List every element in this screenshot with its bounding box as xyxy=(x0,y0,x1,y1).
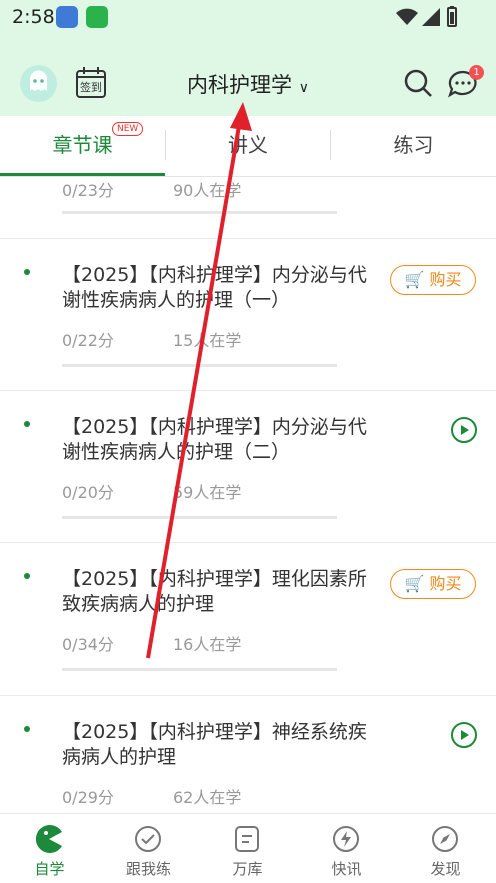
item-learners: 62人在学 xyxy=(173,788,242,807)
tab-label: 讲义 xyxy=(228,133,268,157)
bullet-dot xyxy=(24,421,30,427)
item-score: 0/22分 xyxy=(62,331,114,350)
buy-button[interactable]: 🛒 购买 xyxy=(390,569,476,599)
wifi-icon xyxy=(396,8,418,25)
battery-icon xyxy=(447,6,457,27)
nav-news[interactable]: 快讯 xyxy=(297,814,396,883)
item-title: 【2025】【内科护理学】内分泌与代谢性疾病病人的护理（一） xyxy=(62,264,367,311)
bullet-dot xyxy=(24,573,30,579)
progress-bar xyxy=(62,668,337,671)
item-score: 0/29分 xyxy=(62,788,114,807)
tab-practice[interactable]: 练习 xyxy=(331,116,496,174)
nav-discover[interactable]: 发现 xyxy=(396,814,495,883)
bullet-dot xyxy=(24,726,30,732)
buy-button[interactable]: 🛒 购买 xyxy=(390,265,476,295)
progress-bar xyxy=(62,211,337,214)
item-learners: 59人在学 xyxy=(173,483,242,502)
item-learners: 16人在学 xyxy=(173,635,242,654)
check-circle-icon xyxy=(135,826,161,852)
bullet-dot xyxy=(24,269,30,275)
nav-practice[interactable]: 跟我练 xyxy=(99,814,198,883)
list-item[interactable]: 【2025】【内科护理学】内分泌与代谢性疾病病人的护理（二） 0/20分 59人… xyxy=(0,390,496,543)
progress-bar xyxy=(62,364,337,367)
lightning-icon xyxy=(333,826,359,852)
list-item[interactable]: 【2025】【内科护理学】理化因素所致疾病病人的护理 0/34分 16人在学 🛒… xyxy=(0,542,496,695)
nav-self-study[interactable]: 自学 xyxy=(0,814,99,883)
nav-question-bank[interactable]: 万库 xyxy=(198,814,297,883)
self-study-icon xyxy=(35,825,62,853)
page-title: 内科护理学 xyxy=(187,73,293,97)
tab-label: 章节课 xyxy=(52,133,113,157)
list-item[interactable]: 【2025】【内科护理学】内分泌与代谢性疾病病人的护理（一） 0/22分 15人… xyxy=(0,238,496,391)
list-item[interactable]: 【2025】【内科护理学】神经系统疾病病人的护理 0/29分 62人在学 xyxy=(0,695,496,813)
item-title: 【2025】【内科护理学】内分泌与代谢性疾病病人的护理（二） xyxy=(62,416,367,463)
bottom-nav: 自学 跟我练 万库 快讯 发现 xyxy=(0,813,496,883)
item-score: 0/20分 xyxy=(62,483,114,502)
play-icon xyxy=(461,425,469,435)
buy-label: 购买 xyxy=(429,574,462,593)
progress-bar xyxy=(62,516,337,519)
compass-icon xyxy=(432,826,458,852)
play-button[interactable] xyxy=(451,417,477,443)
tab-bar: 章节课 NEW 讲义 练习 xyxy=(0,116,496,177)
item-title: 【2025】【内科护理学】神经系统疾病病人的护理 xyxy=(62,721,367,768)
cart-icon: 🛒 xyxy=(404,574,425,593)
notification-app-icon xyxy=(56,6,78,28)
nav-label: 自学 xyxy=(34,860,65,878)
nav-label: 快讯 xyxy=(331,860,362,878)
course-list: 0/23分 90人在学 【2025】【内科护理学】内分泌与代谢性疾病病人的护理（… xyxy=(0,177,496,813)
nav-label: 发现 xyxy=(430,860,461,878)
status-time: 2:58 xyxy=(12,6,55,28)
buy-label: 购买 xyxy=(429,270,462,289)
play-icon xyxy=(461,730,469,740)
item-learners: 90人在学 xyxy=(173,181,242,200)
item-score: 0/34分 xyxy=(62,635,114,654)
list-item-partial[interactable]: 0/23分 90人在学 xyxy=(0,177,496,237)
tab-handouts[interactable]: 讲义 xyxy=(166,116,330,174)
item-score: 0/23分 xyxy=(62,181,114,200)
chevron-down-icon: ∨ xyxy=(298,80,309,96)
active-tab-indicator xyxy=(0,173,165,176)
item-title: 【2025】【内科护理学】理化因素所致疾病病人的护理 xyxy=(62,568,367,615)
nav-label: 跟我练 xyxy=(125,860,171,878)
item-learners: 15人在学 xyxy=(173,331,242,350)
document-icon xyxy=(235,826,259,852)
course-title-selector[interactable]: 内科护理学 ∨ xyxy=(0,69,496,99)
play-button[interactable] xyxy=(451,722,477,748)
new-badge: NEW xyxy=(112,122,144,136)
cart-icon: 🛒 xyxy=(404,270,425,289)
signal-icon xyxy=(422,8,440,26)
tab-label: 练习 xyxy=(393,133,434,157)
status-bar: 2:58 xyxy=(0,0,496,34)
nav-label: 万库 xyxy=(232,860,263,878)
notification-app-icon-2 xyxy=(86,6,108,28)
